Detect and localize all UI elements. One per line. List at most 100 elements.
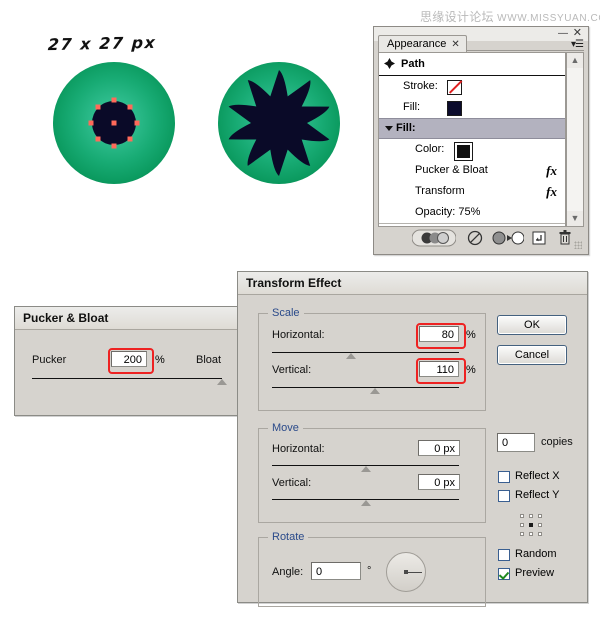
anchor-grid-cell[interactable] — [538, 532, 542, 536]
move-horizontal-slider-thumb[interactable] — [360, 466, 371, 472]
scale-horizontal-label: Horizontal: — [272, 329, 325, 341]
anchor-point — [127, 104, 133, 110]
pucker-slider-track[interactable] — [32, 378, 222, 379]
appearance-row-label: Color: — [415, 143, 445, 155]
anchor-point — [127, 136, 133, 142]
scale-horizontal-slider-thumb[interactable] — [345, 353, 356, 359]
rotate-angle-label: Angle: — [272, 566, 304, 578]
transform-origin-grid[interactable] — [520, 514, 542, 536]
anchor-grid-cell[interactable] — [520, 523, 524, 527]
appearance-row-label: Opacity: 75% — [415, 206, 481, 218]
appearance-row-fill-group[interactable]: Fill: — [379, 118, 565, 139]
anchor-grid-cell[interactable] — [520, 532, 524, 536]
dial-hub — [404, 570, 408, 574]
scale-group: Scale Horizontal: 80 % Vertical: 110 % — [258, 307, 486, 411]
fill-swatch-icon[interactable] — [447, 101, 462, 116]
stroke-swatch-none-icon[interactable] — [447, 80, 462, 95]
panel-menu-icon[interactable]: ▾☰ — [571, 40, 584, 50]
scroll-down-icon[interactable]: ▼ — [567, 211, 583, 226]
scale-vertical-unit: % — [466, 364, 476, 376]
scale-vertical-input[interactable]: 110 — [419, 361, 459, 377]
ok-button[interactable]: OK — [497, 315, 567, 335]
color-swatch-icon[interactable] — [454, 142, 473, 161]
pucker-burst-shape — [228, 70, 330, 176]
appearance-row-label: Stroke: — [403, 80, 438, 92]
appearance-row-stroke[interactable]: Stroke: — [379, 76, 565, 97]
anchor-point — [111, 97, 117, 103]
move-vertical-label: Vertical: — [272, 477, 312, 489]
eyeball-after — [218, 62, 340, 184]
preview-checkbox[interactable] — [498, 568, 510, 580]
appearance-row-label: Path — [401, 58, 425, 70]
bloat-label: Bloat — [196, 354, 222, 366]
appearance-panel[interactable]: — ✕ Appearance ✕ ▾☰ Path Stroke: Fill: Fi… — [373, 26, 589, 255]
appearance-row-fill[interactable]: Fill: — [379, 97, 565, 118]
scale-vertical-slider-track[interactable] — [272, 387, 459, 388]
tab-appearance[interactable]: Appearance ✕ — [378, 35, 467, 52]
anchor-grid-cell[interactable] — [529, 532, 533, 536]
fx-icon[interactable]: fx — [546, 181, 557, 202]
reflect-x-checkbox[interactable] — [498, 471, 510, 483]
anchor-point — [95, 104, 101, 110]
random-label: Random — [515, 548, 557, 560]
random-checkbox[interactable] — [498, 549, 510, 561]
scale-vertical-slider-thumb[interactable] — [369, 388, 380, 394]
appearance-row-label: Fill: — [403, 101, 421, 113]
anchor-grid-cell[interactable] — [538, 523, 542, 527]
copies-label: copies — [541, 436, 573, 448]
minimize-icon[interactable]: — — [558, 28, 568, 39]
cancel-button[interactable]: Cancel — [497, 345, 567, 365]
pucker-slider-thumb[interactable] — [217, 379, 227, 385]
appearance-row-label: Transform — [415, 185, 465, 197]
appearance-item-list[interactable]: Path Stroke: Fill: Fill: Color: Pucker &… — [378, 52, 566, 227]
fx-icon[interactable]: fx — [546, 160, 557, 181]
delete-selected-item-button[interactable] — [556, 229, 574, 247]
appearance-row-color[interactable]: Color: — [379, 139, 565, 161]
reduce-to-basic-appearance-button[interactable] — [492, 229, 525, 247]
pucker-and-bloat-dialog[interactable]: Pucker & Bloat Pucker Bloat 200 % — [14, 306, 238, 416]
panel-resize-grip[interactable] — [574, 241, 582, 249]
panel-scrollbar[interactable]: ▲ ▼ — [566, 52, 584, 227]
duplicate-selected-item-button[interactable] — [530, 229, 548, 247]
anchor-point — [95, 136, 101, 142]
anchor-point — [88, 120, 94, 126]
appearance-row-transform[interactable]: Transform fx — [379, 181, 565, 202]
appearance-row-opacity[interactable]: Opacity: 75% — [379, 202, 565, 223]
scale-horizontal-slider-track[interactable] — [272, 352, 459, 353]
scale-vertical-label: Vertical: — [272, 364, 312, 376]
anchor-grid-cell[interactable] — [538, 514, 542, 518]
rotate-angle-dial[interactable] — [386, 552, 426, 592]
appearance-row-label: Fill: — [396, 122, 416, 134]
tab-close-icon[interactable]: ✕ — [451, 39, 459, 50]
anchor-grid-cell[interactable] — [520, 514, 524, 518]
scale-horizontal-input[interactable]: 80 — [419, 326, 459, 342]
reflect-y-label: Reflect Y — [515, 489, 560, 501]
transform-effect-dialog[interactable]: Transform Effect Scale Horizontal: 80 % … — [237, 271, 588, 607]
rotate-angle-input[interactable]: 0 — [311, 562, 361, 580]
anchor-grid-cell[interactable] — [529, 514, 533, 518]
disclosure-triangle-icon[interactable] — [385, 126, 393, 131]
close-icon[interactable]: ✕ — [573, 28, 582, 39]
move-horizontal-input[interactable]: 0 px — [418, 440, 460, 456]
scroll-up-icon[interactable]: ▲ — [567, 53, 583, 68]
watermark-url: WWW.MISSYUAN.COM — [497, 13, 600, 24]
anchor-point — [134, 120, 140, 126]
new-art-has-basic-appearance-button[interactable] — [411, 229, 457, 247]
pucker-unit: % — [155, 354, 165, 366]
reflect-y-checkbox[interactable] — [498, 490, 510, 502]
move-vertical-input[interactable]: 0 px — [418, 474, 460, 490]
clear-appearance-button[interactable] — [466, 229, 484, 247]
pucker-value-input[interactable]: 200 — [111, 351, 147, 367]
appearance-row-path[interactable]: Path — [379, 53, 565, 76]
watermark-cn: 思缘设计论坛 — [420, 10, 494, 24]
move-vertical-slider-thumb[interactable] — [360, 500, 371, 506]
appearance-row-label: Default Transparency — [389, 224, 494, 226]
scale-horizontal-unit: % — [466, 329, 476, 341]
move-legend: Move — [268, 422, 303, 434]
anchor-grid-cell[interactable] — [529, 523, 533, 527]
appearance-row-default-transparency[interactable]: Default Transparency — [379, 223, 565, 226]
dialog-title: Pucker & Bloat — [15, 307, 237, 330]
copies-input[interactable]: 0 — [497, 433, 535, 452]
appearance-row-pucker-bloat[interactable]: Pucker & Bloat fx — [379, 160, 565, 181]
appearance-row-label: Pucker & Bloat — [415, 164, 488, 176]
